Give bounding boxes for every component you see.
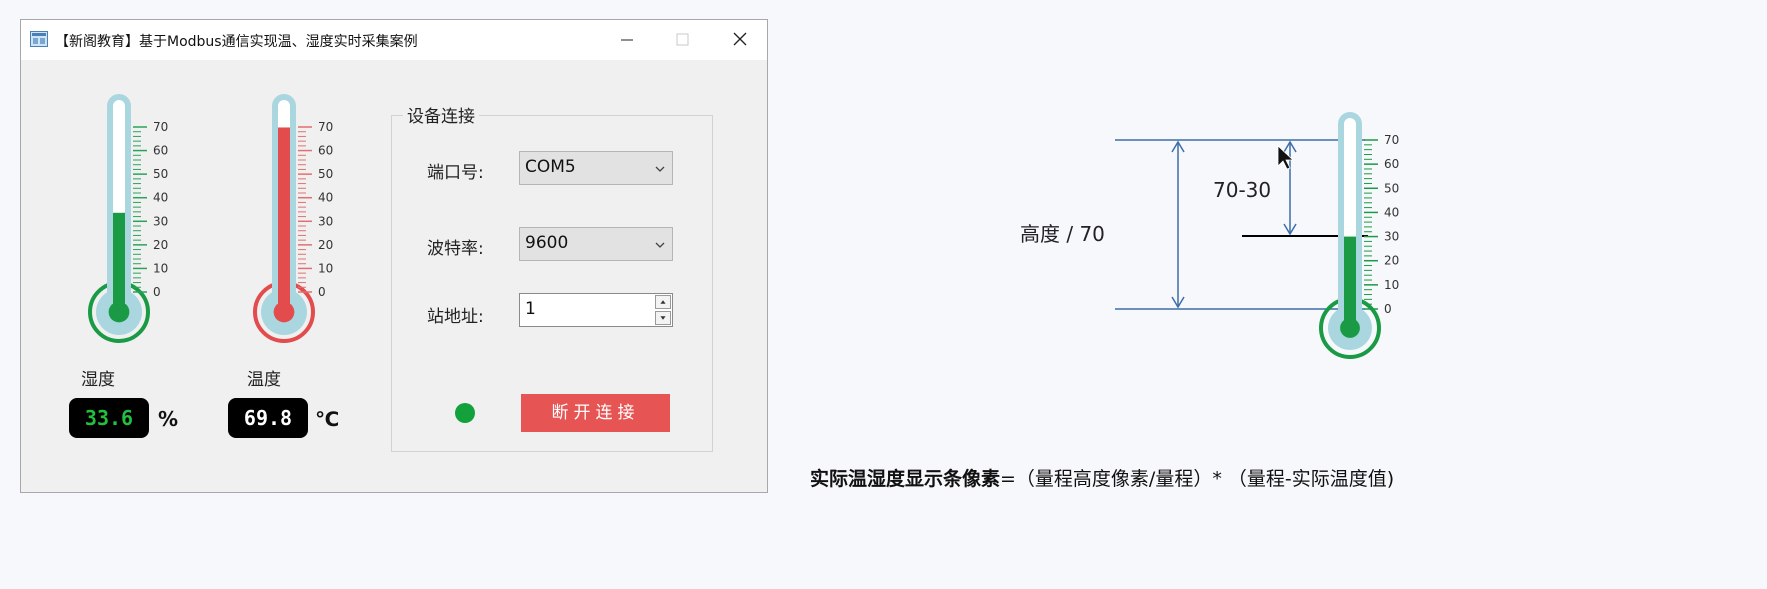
- tick-label: 40: [1384, 205, 1399, 219]
- maximize-icon[interactable]: [668, 28, 696, 52]
- port-select[interactable]: COM5: [519, 151, 673, 185]
- disconnect-button[interactable]: 断开连接: [521, 394, 670, 432]
- tick-label: 60: [1384, 157, 1399, 171]
- window-title: 【新阁教育】基于Modbus通信实现温、湿度实时采集案例: [55, 34, 418, 50]
- tick-label: 40: [153, 191, 168, 205]
- tube-liquid: [1344, 236, 1356, 328]
- station-address-label: 站地址:: [427, 307, 484, 327]
- minimize-icon[interactable]: [613, 28, 641, 52]
- humidity-value-display: 33.6: [69, 398, 149, 438]
- spin-down-icon[interactable]: [655, 311, 671, 325]
- tick-label: 50: [318, 167, 333, 181]
- tick-label: 20: [318, 238, 333, 252]
- tick-label: 20: [153, 238, 168, 252]
- temperature-thermometer: 70 60 50 40 30 20 10 0: [253, 94, 333, 343]
- port-select-value: COM5: [525, 157, 576, 177]
- tick-label: 70: [318, 120, 333, 134]
- humidity-label: 湿度: [81, 370, 115, 390]
- title-bar[interactable]: 【新阁教育】基于Modbus通信实现温、湿度实时采集案例: [21, 20, 767, 60]
- formula-rest: =（量程高度像素/量程）* （量程-实际温度值): [1000, 468, 1395, 490]
- height-label: 高度 / 70: [1020, 222, 1105, 246]
- height-arrow: [1171, 140, 1185, 309]
- temperature-value-display: 69.8: [228, 398, 308, 438]
- chevron-down-icon: [655, 166, 665, 172]
- tick-label: 10: [153, 261, 168, 275]
- temperature-unit: ℃: [315, 407, 340, 431]
- tick-label: 0: [1384, 302, 1392, 316]
- tick-label: 0: [318, 285, 326, 299]
- tick-label: 30: [1384, 230, 1399, 244]
- formula-text: 实际温湿度显示条像素=（量程高度像素/量程）* （量程-实际温度值): [810, 464, 1394, 491]
- baud-rate-label: 波特率:: [427, 239, 484, 259]
- tick-label: 70: [153, 120, 168, 134]
- app-icon: [30, 31, 48, 47]
- bulb-liquid: [108, 301, 130, 323]
- tick-label: 60: [318, 144, 333, 158]
- tick-label: 40: [318, 191, 333, 205]
- bulb-liquid: [273, 301, 295, 323]
- tick-label: 70: [1384, 133, 1399, 147]
- humidity-unit: %: [158, 407, 179, 431]
- formula-bold-part: 实际温湿度显示条像素: [810, 468, 1001, 490]
- humidity-thermometer: 70 60 50 40 30 20 10 0: [88, 94, 168, 343]
- tick-label: 10: [318, 261, 333, 275]
- tick-label: 50: [153, 167, 168, 181]
- connection-status-indicator: [455, 403, 475, 423]
- baud-rate-select[interactable]: 9600: [519, 227, 673, 261]
- tick-label: 60: [153, 144, 168, 158]
- tick-label: 10: [1384, 278, 1399, 292]
- chevron-down-icon: [655, 242, 665, 248]
- spin-up-icon[interactable]: [655, 295, 671, 309]
- temperature-label: 温度: [247, 370, 281, 390]
- tick-label: 0: [153, 285, 161, 299]
- station-address-spinbox[interactable]: 1: [519, 293, 673, 327]
- tube-liquid: [278, 127, 290, 312]
- diff-label: 70-30: [1213, 178, 1272, 202]
- diagram-thermometer: 70 60 50 40 30 20 10 0: [1319, 112, 1399, 359]
- tick-label: 20: [1384, 254, 1399, 268]
- tick-label: 30: [318, 214, 333, 228]
- scale-diagram: 70 60 50 40 30 20 10 0 高度 / 70 70-30: [1010, 100, 1450, 370]
- port-label: 端口号:: [427, 163, 484, 183]
- spinbox-buttons: [655, 295, 671, 325]
- device-connection-title: 设备连接: [403, 102, 479, 127]
- close-icon[interactable]: [726, 28, 754, 52]
- tube-liquid: [113, 212, 125, 312]
- app-window: 【新阁教育】基于Modbus通信实现温、湿度实时采集案例 70 60 50 40 30 2…: [20, 19, 768, 493]
- bulb-liquid: [1340, 318, 1360, 338]
- baud-rate-select-value: 9600: [525, 233, 569, 253]
- tick-label: 30: [153, 214, 168, 228]
- tick-label: 50: [1384, 181, 1399, 195]
- station-address-value: 1: [525, 299, 536, 319]
- window-content: 70 60 50 40 30 20 10 0 湿度 33.6 % 70 60 50 40 30 20 10…: [21, 60, 767, 492]
